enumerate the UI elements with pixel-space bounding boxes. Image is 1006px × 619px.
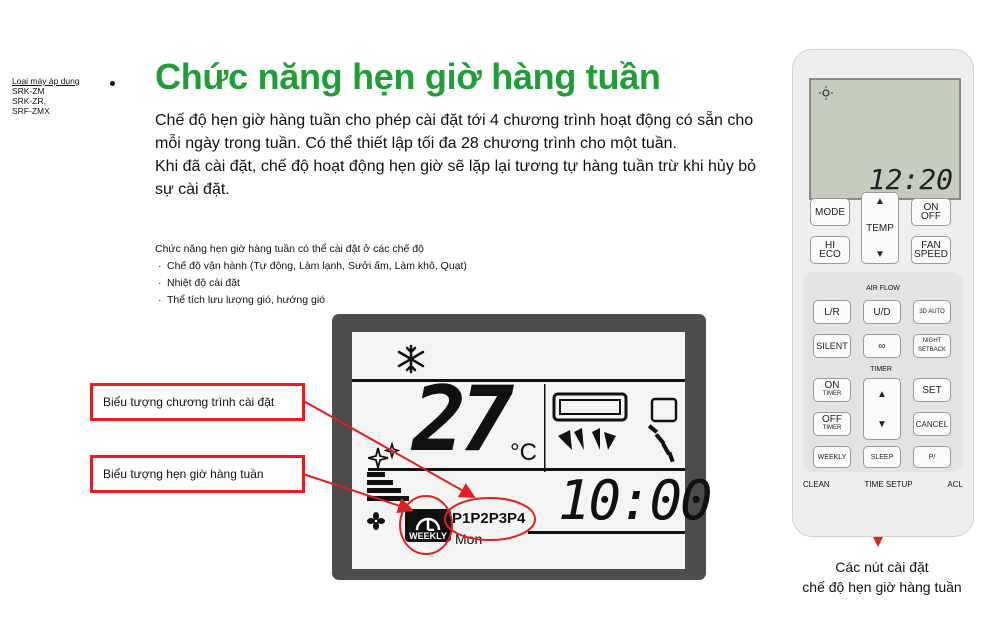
bottom-labels: CLEAN TIME SETUP ACL [803,480,963,489]
caption-line: chế độ hẹn giờ hàng tuần [802,579,962,595]
timer-adjust-button[interactable]: ▲ ▼ [863,378,901,440]
button-label: TIMER [822,425,842,431]
sync-button[interactable]: ∞ [863,334,901,358]
button-label: NIGHT [922,338,942,344]
arrow-down-icon: ▼ [877,418,887,430]
set-button[interactable]: SET [913,378,951,402]
3d-auto-button[interactable]: 3D AUTO [913,300,951,324]
remote-lcd: 12:20 [809,78,961,200]
off-timer-button[interactable]: OFF TIMER [813,412,851,436]
callout-label: Biểu tượng hẹn giờ hàng tuần [103,467,264,481]
button-label: ON [824,380,840,391]
on-off-button[interactable]: ON OFF [911,198,951,226]
sun-icon [819,86,833,100]
arrow-up-icon: ▲ [877,388,887,400]
caption-line: Các nút cài đặt [835,559,929,575]
remote-caption: Các nút cài đặt chế độ hẹn giờ hàng tuần [782,557,982,597]
silent-button[interactable]: SILENT [813,334,851,358]
temp-label: TEMP [866,222,894,234]
clean-label: CLEAN [803,480,830,489]
arrow-down-icon: ▼ [875,249,885,260]
link-icon: ∞ [878,340,886,352]
p-button[interactable]: P/ [913,446,951,468]
ud-button[interactable]: U/D [863,300,901,324]
acl-label: ACL [947,480,963,489]
time-setup-label: TIME SETUP [864,480,913,489]
button-label: SETBACK [917,347,946,353]
program-icon-callout: Biểu tượng chương trình cài đặt [90,383,305,421]
arrow-up-icon: ▲ [875,196,885,207]
program-highlight-ellipse [444,497,536,541]
weekly-icon-callout: Biểu tượng hẹn giờ hàng tuần [90,455,305,493]
sleep-button[interactable]: SLEEP [863,446,901,468]
weekly-highlight-ellipse [399,495,453,555]
button-label: SPEED [914,249,948,260]
callout-label: Biểu tượng chương trình cài đặt [103,395,275,409]
button-label: OFF [822,414,842,425]
button-label: OFF [921,211,941,222]
callout-arrow [299,472,414,514]
remote-control: 12:20 MODE ▲ TEMP ▼ ON OFF HI ECO FAN SP… [792,49,974,537]
airflow-label: AIR FLOW [866,285,900,292]
mode-button[interactable]: MODE [810,198,850,226]
temp-button[interactable]: ▲ TEMP ▼ [861,192,899,264]
fan-speed-button[interactable]: FAN SPEED [911,236,951,264]
cancel-button[interactable]: CANCEL [913,412,951,436]
night-setback-button[interactable]: NIGHT SETBACK [913,334,951,358]
hi-eco-button[interactable]: HI ECO [810,236,850,264]
lr-button[interactable]: L/R [813,300,851,324]
on-timer-button[interactable]: ON TIMER [813,378,851,402]
timer-label: TIMER [870,366,892,373]
button-label: ECO [819,249,841,260]
weekly-button[interactable]: WEEKLY [813,446,851,468]
button-label: TIMER [822,391,842,397]
